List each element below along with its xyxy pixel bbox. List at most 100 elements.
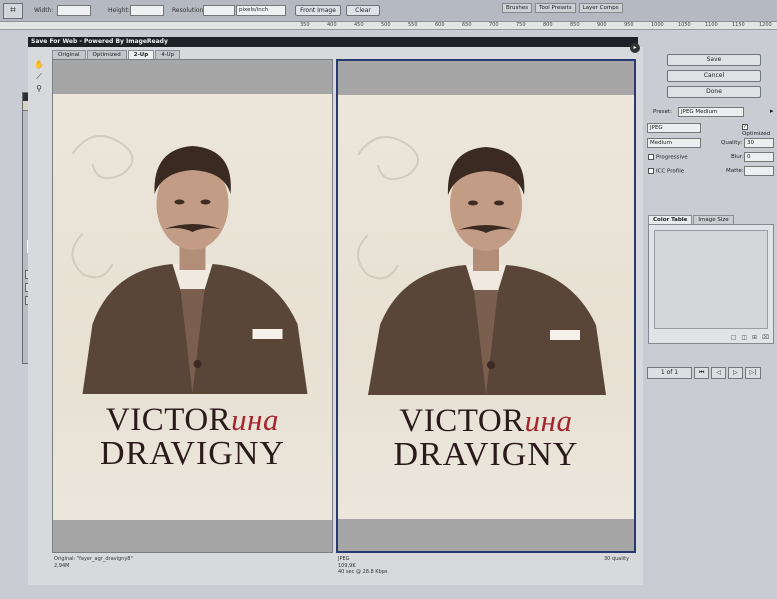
ruler-tick-label: 450: [354, 22, 364, 28]
width-label: Width:: [34, 7, 54, 14]
pane-canvas-top: [338, 61, 634, 95]
color-table-grid[interactable]: [654, 230, 768, 329]
quality-field[interactable]: 30: [744, 138, 774, 148]
preset-select[interactable]: JPEG Medium: [678, 107, 744, 117]
ruler: 350 400 450 500 550 600 650 700 750 800 850 900 950 1…: [0, 22, 777, 30]
ruler-tick-label: 550: [408, 22, 418, 28]
ruler-tick-label: 500: [381, 22, 391, 28]
options-bar: ⌗ Width: Height: Resolution: pixels/inch…: [0, 0, 777, 22]
ruler-tick-label: 800: [543, 22, 553, 28]
view-tabs: Original Optimized 2-Up 4-Up: [52, 50, 181, 59]
title-latin: VICTOR: [105, 402, 232, 438]
title-surname: DRAVIGNY: [393, 436, 579, 473]
ruler-tick-label: 700: [489, 22, 499, 28]
preset-label: Preset:: [653, 109, 673, 115]
pane-canvas-bottom: [53, 520, 332, 552]
title-latin: VICTOR: [399, 403, 525, 439]
ruler-tick-label: 350: [300, 22, 310, 28]
ruler-tick-label: 750: [516, 22, 526, 28]
quality-level-select[interactable]: Medium: [647, 138, 701, 148]
tab-image-size[interactable]: Image Size: [693, 215, 734, 224]
progressive-label: Progressive: [656, 154, 688, 161]
quality-label: Quality:: [721, 140, 743, 146]
color-table-tabs: Color Table Image Size: [648, 215, 734, 224]
frame-navigation: 1 of 1 ⏮ ◁ ▷ ▷|: [647, 367, 762, 379]
lock-color-icon[interactable]: □: [731, 334, 737, 341]
preset-menu-icon[interactable]: ▸: [770, 107, 774, 115]
ruler-tick-label: 850: [570, 22, 580, 28]
optimized-label: Optimized: [742, 130, 771, 137]
original-preview-pane[interactable]: VICTORина DRAVIGNY: [52, 59, 333, 553]
ruler-tick-label: 400: [327, 22, 337, 28]
matte-label: Matte:: [726, 168, 744, 174]
done-button[interactable]: Done: [667, 86, 761, 98]
palette-well: Brushes Tool Presets Layer Comps: [502, 3, 623, 13]
ruler-tick-label: 950: [624, 22, 634, 28]
tab-color-table[interactable]: Color Table: [648, 215, 693, 224]
original-file-size: 2,94M: [54, 562, 70, 569]
ruler-tick-label: 1200: [759, 22, 772, 28]
palette-well-brushes[interactable]: Brushes: [502, 3, 533, 13]
hand-icon[interactable]: ✋: [30, 60, 48, 72]
pane-canvas-bottom: [338, 519, 634, 551]
color-table-actions: □ ◫ ⊞ ⌧: [731, 334, 769, 341]
format-select[interactable]: JPEG: [647, 123, 701, 133]
optimize-menu-icon[interactable]: ▸: [630, 43, 640, 53]
preview-image: VICTORина DRAVIGNY: [338, 95, 634, 519]
play-icon[interactable]: ▷: [728, 367, 743, 379]
title-surname: DRAVIGNY: [100, 435, 285, 472]
ruler-tick-label: 1000: [651, 22, 664, 28]
tab-original[interactable]: Original: [52, 50, 86, 59]
resolution-unit-select[interactable]: pixels/inch: [236, 5, 286, 16]
title-cyrillic: ина: [231, 402, 280, 437]
ruler-tick-label: 900: [597, 22, 607, 28]
optimized-checkbox[interactable]: ✓Optimized: [742, 124, 777, 137]
first-frame-icon[interactable]: ⏮: [694, 367, 710, 379]
blur-field[interactable]: 0: [744, 152, 774, 162]
pane-canvas-top: [53, 60, 332, 94]
ruler-tick-label: 1100: [705, 22, 718, 28]
dialog-tools: ✋ ⟋ ⚲: [30, 60, 48, 96]
tab-4-up[interactable]: 4-Up: [155, 50, 181, 59]
matte-select[interactable]: [744, 166, 774, 176]
color-table-panel: □ ◫ ⊞ ⌧: [648, 224, 774, 344]
progressive-checkbox[interactable]: Progressive: [648, 154, 688, 161]
zoom-icon[interactable]: ⚲: [30, 84, 48, 96]
previous-frame-icon[interactable]: ◁: [711, 367, 727, 379]
title-cyrillic: ина: [524, 403, 573, 438]
resolution-label: Resolution:: [172, 7, 206, 14]
blur-label: Blur:: [731, 154, 744, 160]
crop-icon[interactable]: ⌗: [3, 3, 23, 19]
optimized-preview-pane[interactable]: VICTORина DRAVIGNY: [336, 59, 636, 553]
front-image-button[interactable]: Front Image: [295, 5, 341, 16]
dialog-title[interactable]: Save For Web - Powered By ImageReady: [28, 37, 638, 47]
ruler-tick-label: 1150: [732, 22, 745, 28]
web-shift-icon[interactable]: ◫: [741, 334, 747, 341]
portrait-photo: [53, 135, 332, 394]
preview-image: VICTORина DRAVIGNY: [53, 94, 332, 520]
tab-2-up[interactable]: 2-Up: [127, 50, 155, 59]
optimized-info: JPEG 109,9K 40 sec @ 28.8 Kbps: [338, 556, 388, 576]
height-label: Height:: [108, 7, 130, 14]
palette-well-tool-presets[interactable]: Tool Presets: [535, 3, 576, 13]
trash-icon[interactable]: ⌧: [762, 334, 769, 341]
original-info: Original: "fayer_agr_dravigny8" 2,94M: [54, 556, 133, 569]
width-field[interactable]: [57, 5, 91, 16]
resolution-field[interactable]: [203, 5, 235, 16]
ruler-tick-label: 1050: [678, 22, 691, 28]
ruler-tick-label: 650: [462, 22, 472, 28]
optimized-download-time: 40 sec @ 28.8 Kbps: [338, 569, 388, 575]
portrait-photo: [357, 136, 606, 395]
check-icon: ✓: [742, 124, 748, 130]
clear-button[interactable]: Clear: [346, 5, 380, 16]
cancel-button[interactable]: Cancel: [667, 70, 761, 82]
next-frame-icon[interactable]: ▷|: [744, 367, 762, 379]
new-color-icon[interactable]: ⊞: [752, 334, 757, 341]
page-indicator: 1 of 1: [647, 367, 692, 379]
height-field[interactable]: [130, 5, 164, 16]
save-button[interactable]: Save: [667, 54, 761, 66]
tab-optimized[interactable]: Optimized: [86, 50, 127, 59]
slice-select-icon[interactable]: ⟋: [30, 72, 48, 84]
icc-profile-checkbox[interactable]: ICC Profile: [648, 168, 684, 175]
palette-well-layer-comps[interactable]: Layer Comps: [578, 3, 623, 13]
